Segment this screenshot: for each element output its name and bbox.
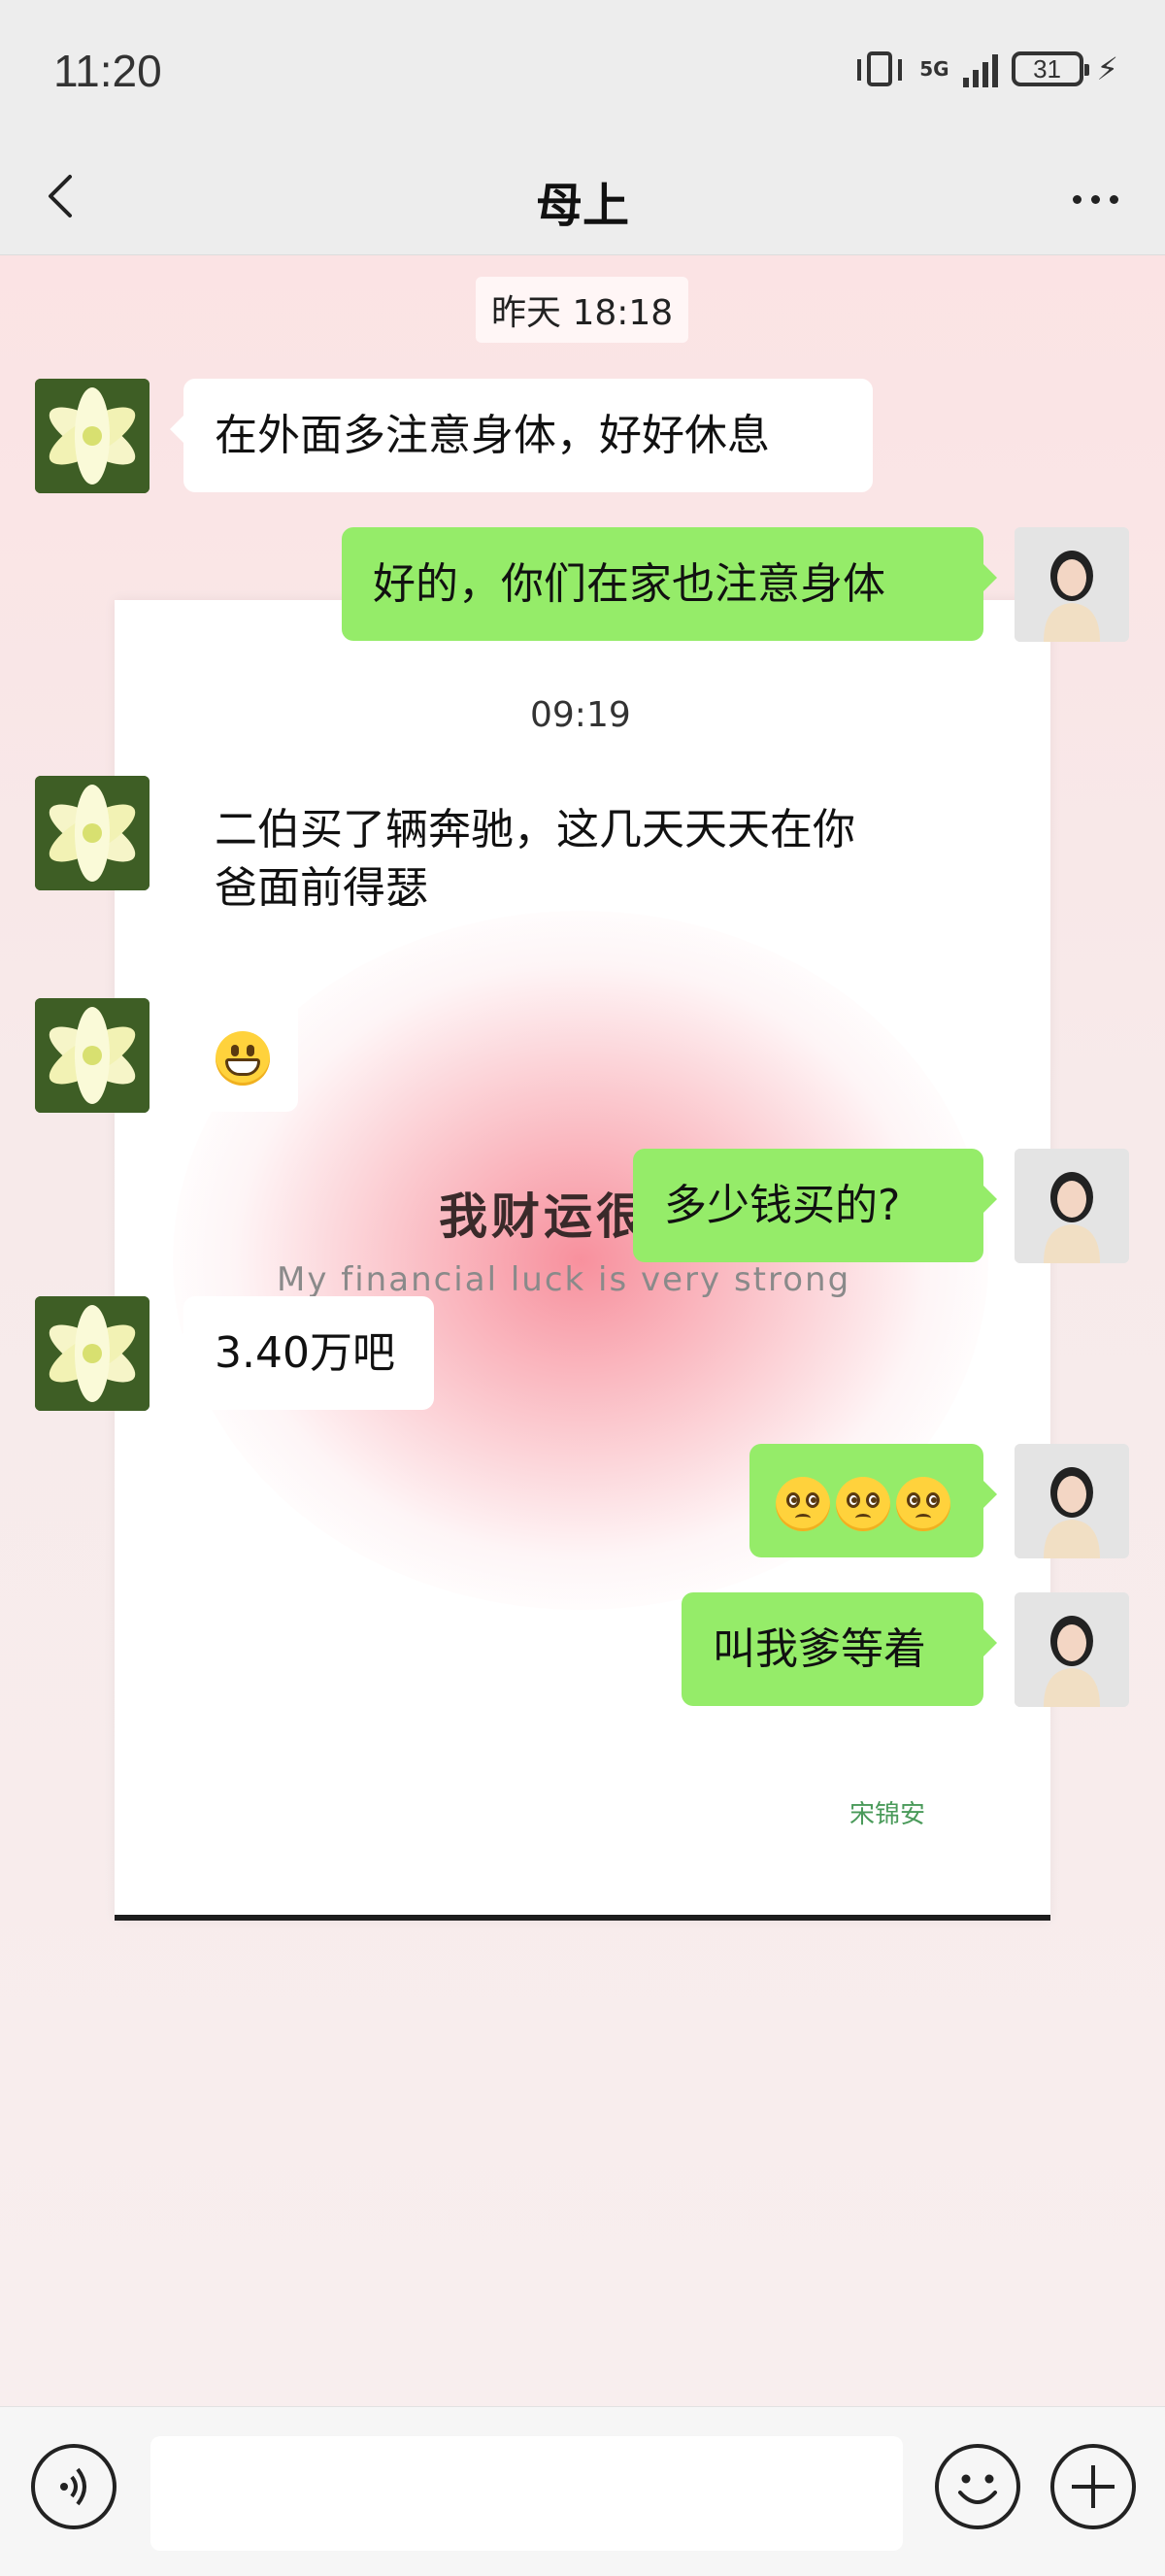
lily-avatar-image	[35, 998, 150, 1113]
voice-wave-icon	[60, 2467, 86, 2506]
more-options-icon[interactable]	[1066, 184, 1124, 214]
wallpaper-divider	[115, 1915, 1050, 1921]
charging-icon: ⚡	[1096, 50, 1118, 87]
chat-header: 母上	[0, 146, 1165, 255]
voice-input-icon[interactable]	[31, 2444, 116, 2529]
contact-avatar[interactable]	[35, 379, 150, 493]
message-bubble-received[interactable]: 在外面多注意身体，好好休息	[170, 379, 873, 492]
contact-avatar[interactable]	[35, 998, 150, 1113]
pleading-face-emoji	[776, 1477, 830, 1531]
battery-icon: 31	[1011, 51, 1089, 86]
user-avatar[interactable]	[1015, 1149, 1129, 1263]
message-line: 二伯买了辆奔驰，这几天天天在你	[215, 805, 855, 854]
status-icons: 5G 31 ⚡	[857, 50, 1118, 87]
chat-title: 母上	[535, 179, 629, 233]
more-functions-plus-icon[interactable]	[1050, 2444, 1136, 2529]
pleading-face-emoji	[896, 1477, 950, 1531]
user-avatar-image	[1015, 1444, 1129, 1558]
user-avatar[interactable]	[1015, 527, 1129, 642]
status-time: 11:20	[53, 46, 162, 96]
battery-level: 31	[1033, 53, 1061, 84]
smiley-icon	[958, 2474, 997, 2504]
message-timestamp: 09:19	[530, 695, 631, 735]
contact-avatar[interactable]	[35, 1296, 150, 1411]
user-avatar-image	[1015, 527, 1129, 642]
message-bubble-received[interactable]: 二伯买了辆奔驰，这几天天天在你 爸面前得瑟	[183, 776, 980, 951]
network-type: 5G	[919, 57, 949, 81]
pleading-face-emoji	[836, 1477, 890, 1531]
message-bubble-sent[interactable]: 多少钱买的?	[633, 1149, 997, 1262]
wallpaper-signature: 宋锦安	[849, 1800, 926, 1829]
grinning-face-emoji	[216, 1031, 270, 1086]
message-timestamp: 昨天 18:18	[476, 277, 689, 343]
wallpaper-subtitle: My financial luck is very strong	[277, 1260, 851, 1299]
user-avatar-image	[1015, 1592, 1129, 1707]
vibrate-icon	[857, 51, 903, 86]
status-bar: 11:20 5G 31 ⚡	[0, 0, 1165, 146]
contact-avatar[interactable]	[35, 776, 150, 890]
emoji-picker-icon[interactable]	[935, 2444, 1020, 2529]
message-bubble-received[interactable]	[170, 998, 298, 1112]
lily-avatar-image	[35, 379, 150, 493]
lily-avatar-image	[35, 1296, 150, 1411]
wallpaper-title: 我财运很	[439, 1188, 649, 1245]
lily-avatar-image	[35, 776, 150, 890]
message-bubble-sent[interactable]: 叫我爹等着	[682, 1592, 997, 1706]
user-avatar[interactable]	[1015, 1444, 1129, 1558]
message-input[interactable]	[150, 2436, 903, 2551]
signal-icon	[962, 50, 998, 87]
input-bar	[0, 2406, 1165, 2576]
message-bubble-sent[interactable]: 好的，你们在家也注意身体	[342, 527, 997, 641]
user-avatar-image	[1015, 1149, 1129, 1263]
message-bubble-sent[interactable]	[749, 1444, 997, 1557]
user-avatar[interactable]	[1015, 1592, 1129, 1707]
message-bubble-received[interactable]: 3.40万吧	[170, 1296, 434, 1410]
message-line: 爸面前得瑟	[215, 863, 428, 913]
